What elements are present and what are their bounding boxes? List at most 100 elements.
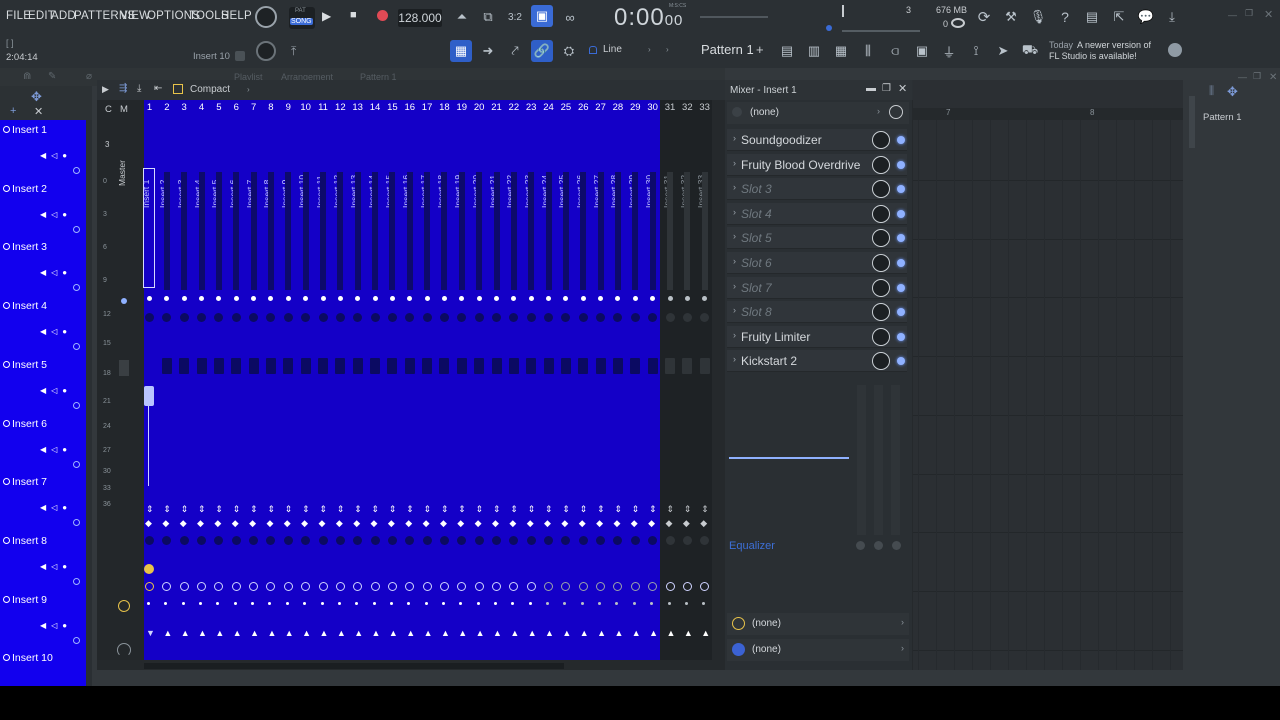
equalizer-label[interactable]: Equalizer [729, 540, 775, 552]
slot-enable-led[interactable] [897, 185, 905, 194]
send-knob[interactable] [665, 582, 675, 591]
insert-track-row[interactable]: Insert 7 ◀◁● [0, 472, 86, 531]
link-icon[interactable]: 🔗 [531, 40, 553, 62]
insert-track-controls[interactable]: ◀◁● [40, 210, 72, 219]
swap-phase-icon[interactable]: ◆ [388, 518, 395, 529]
browser-icon[interactable]: ⫏ [884, 40, 906, 62]
route-arrow-icon[interactable]: ▲ [562, 628, 571, 638]
route-arrow-icon[interactable]: ▲ [441, 628, 450, 638]
route-arrow-icon[interactable]: ▲ [181, 628, 190, 638]
insert-track-row[interactable]: Insert 5 ◀◁● [0, 355, 86, 414]
record-icon[interactable] [377, 10, 388, 21]
minimize-icon[interactable]: — [1228, 10, 1237, 20]
swap-phase-icon[interactable]: ◆ [666, 518, 673, 529]
mixer-collapse-icon[interactable]: ⇤ [154, 83, 162, 94]
route-arrow-icon[interactable]: ▲ [250, 628, 259, 638]
insert-track-row[interactable]: Insert 9 ◀◁● [0, 590, 86, 649]
send-dot[interactable] [476, 602, 480, 605]
menu-view[interactable]: VIEW [120, 10, 150, 22]
eq-knob-high[interactable] [892, 541, 901, 550]
pan-knob[interactable] [318, 313, 328, 322]
pan-knob[interactable] [231, 313, 241, 322]
eq-band-high[interactable] [891, 385, 900, 535]
stereo-swap-icon[interactable]: ⇕ [198, 504, 206, 515]
swap-phase-icon[interactable]: ◆ [180, 518, 187, 529]
metronome-icon[interactable]: ⏶ [451, 6, 473, 28]
panel-minimize-icon[interactable]: ▬ [866, 83, 876, 94]
pattern-picker-item[interactable]: Pattern 1 [1203, 112, 1242, 123]
master-route-dot[interactable] [121, 298, 127, 304]
channel-number[interactable]: 22 [505, 102, 522, 113]
compact-view-icon[interactable] [173, 84, 183, 94]
channel-number[interactable]: 26 [575, 102, 592, 113]
insert-track-row[interactable]: Insert 2 ◀◁● [0, 179, 86, 238]
stereo-swap-icon[interactable]: ⇕ [493, 504, 501, 515]
route-dot[interactable] [441, 296, 447, 301]
save-icon[interactable]: ▤ [1081, 6, 1103, 28]
snap-chevron-icon[interactable]: › [648, 45, 651, 54]
send-dot[interactable] [684, 602, 688, 605]
volume-fader[interactable] [283, 358, 294, 374]
swap-phase-icon[interactable]: ◆ [301, 518, 308, 529]
swap-phase-icon[interactable]: ◆ [527, 518, 534, 529]
stereo-separation-knob[interactable] [283, 536, 293, 545]
slot-enable-led[interactable] [897, 308, 905, 317]
swap-phase-icon[interactable]: ◆ [509, 518, 516, 529]
volume-fader[interactable] [439, 358, 450, 374]
song-position-slider[interactable] [700, 16, 768, 18]
stereo-swap-icon[interactable]: ⇕ [667, 504, 675, 515]
menu-help[interactable]: HELP [221, 10, 252, 22]
insert-record-icon[interactable] [3, 302, 10, 310]
pan-knob[interactable] [630, 313, 640, 322]
swap-phase-icon[interactable]: ◆ [440, 518, 447, 529]
stereo-separation-knob[interactable] [231, 536, 241, 545]
slot-mix-knob[interactable] [872, 278, 890, 297]
pan-knob[interactable] [387, 313, 397, 322]
route-dot[interactable] [667, 296, 673, 301]
insert-record-icon[interactable] [3, 243, 10, 251]
effect-slot-name[interactable]: Kickstart 2 [741, 354, 797, 368]
wait-input-icon[interactable]: ⧉ [477, 6, 499, 28]
eq-knob-mid[interactable] [874, 541, 883, 550]
input-latency-icon[interactable] [889, 105, 903, 119]
stereo-separation-knob[interactable] [630, 536, 640, 545]
channel-number[interactable]: 21 [488, 102, 505, 113]
slot-expand-icon[interactable]: › [733, 182, 736, 192]
swap-phase-icon[interactable]: ◆ [266, 518, 273, 529]
stereo-swap-icon[interactable]: ⇕ [267, 504, 275, 515]
send-icon[interactable]: ➤ [992, 40, 1014, 62]
master-send-knob[interactable] [118, 600, 130, 612]
send-knob[interactable] [492, 582, 501, 591]
insert-track-link-icon[interactable] [73, 401, 80, 409]
channel-number[interactable]: 23 [523, 102, 540, 113]
close-track-icon[interactable]: ✕ [34, 105, 43, 118]
playlist-minimize-icon[interactable]: — [1238, 72, 1247, 82]
stereo-separation-knob[interactable] [145, 536, 154, 545]
send-knob[interactable] [197, 582, 207, 591]
stereo-swap-icon[interactable]: ⇕ [597, 504, 605, 515]
route-dot[interactable] [494, 296, 499, 301]
stereo-swap-icon[interactable]: ⇕ [580, 504, 588, 515]
magnet-icon[interactable] [589, 46, 597, 54]
send-knob[interactable] [544, 582, 554, 591]
volume-fader[interactable] [352, 358, 363, 374]
route-arrow-icon[interactable]: ▲ [406, 628, 415, 638]
stereo-separation-knob[interactable] [492, 536, 501, 545]
route-arrow-icon[interactable]: ▲ [528, 628, 537, 638]
swap-phase-icon[interactable]: ◆ [683, 518, 690, 529]
add-pattern-button[interactable]: + [756, 42, 764, 57]
channel-number[interactable]: 33 [696, 102, 713, 113]
stereo-separation-knob[interactable] [370, 536, 380, 545]
pan-knob[interactable] [197, 313, 207, 322]
volume-fader[interactable] [318, 358, 328, 374]
swap-phase-icon[interactable]: ◆ [197, 518, 204, 529]
stereo-swap-icon[interactable]: ⇕ [354, 504, 362, 515]
effect-slot-name[interactable]: Slot 5 [741, 231, 772, 245]
effect-slot-name[interactable]: Slot 7 [741, 281, 772, 295]
swap-phase-icon[interactable]: ◆ [648, 518, 655, 529]
swap-phase-icon[interactable]: ◆ [319, 518, 326, 529]
send-knob[interactable] [526, 582, 536, 591]
swap-phase-icon[interactable]: ◆ [214, 518, 221, 529]
route-dot[interactable] [580, 296, 586, 301]
stereo-swap-icon[interactable]: ⇕ [510, 504, 518, 515]
